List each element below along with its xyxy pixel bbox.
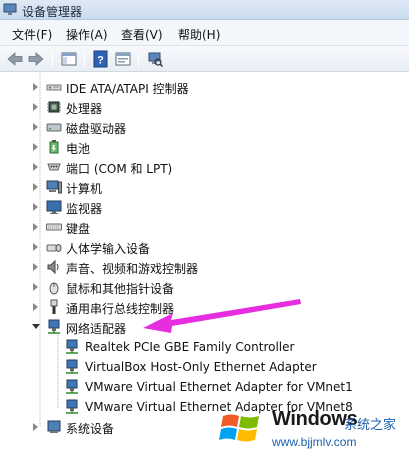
ide-controller-icon [46,84,62,91]
menu-help[interactable]: 帮助(H) [178,26,220,43]
tree-item-label: 人体学输入设备 [66,242,151,256]
tree-item-virtualbox-adapter[interactable]: VirtualBox Host-Only Ethernet Adapter [0,357,409,377]
mouse-icon [49,282,59,295]
monitor-icon [46,200,62,214]
tree-item-usb-controllers[interactable]: 通用串行总线控制器 [0,297,409,317]
device-tree: IDE ATA/ATAPI 控制器 处理器 磁盘驱动器 电池 端口 (COM 和… [0,73,409,455]
tree-item-vmware-vmnet1[interactable]: VMware Virtual Ethernet Adapter for VMne… [0,377,409,397]
tree-item-ports[interactable]: 端口 (COM 和 LPT) [0,157,409,177]
expand-arrow-icon[interactable] [33,103,38,111]
tree-item-label: 监视器 [66,202,103,216]
tree-item-label: 电池 [66,142,91,156]
tree-item-label: IDE ATA/ATAPI 控制器 [66,82,189,96]
keyboard-icon [46,223,62,231]
network-adapter-icon [66,399,78,414]
hid-icon [46,244,62,252]
sound-icon [47,259,59,275]
tree-item-label: 磁盘驱动器 [66,122,127,136]
system-device-icon [47,420,61,433]
tree-item-realtek-adapter[interactable]: Realtek PCIe GBE Family Controller [0,337,409,357]
expand-arrow-icon[interactable] [33,183,38,191]
menu-file[interactable]: 文件(F) [12,26,52,43]
tree-item-label: VirtualBox Host-Only Ethernet Adapter [85,360,317,374]
menu-bar: 文件(F) 操作(A) 查看(V) 帮助(H) [0,20,409,46]
tree-item-disk-drives[interactable]: 磁盘驱动器 [0,117,409,137]
expand-arrow-icon[interactable] [33,423,38,431]
toolbar: ? [0,46,409,72]
tree-item-sound-video-game[interactable]: 声音、视频和游戏控制器 [0,257,409,277]
tree-item-label: 声音、视频和游戏控制器 [66,262,199,276]
network-adapter-icon [66,379,78,394]
windows-logo-icon [219,414,259,442]
expand-arrow-icon[interactable] [33,143,38,151]
watermark: Windows 系统之家 www.bjjmlv.com [216,402,409,455]
network-adapter-icon [66,339,78,354]
tree-item-monitors[interactable]: 监视器 [0,197,409,217]
toolbar-separator [84,51,85,67]
forward-arrow-icon[interactable] [27,50,45,68]
tree-item-hid[interactable]: 人体学输入设备 [0,237,409,257]
tree-item-processor[interactable]: 处理器 [0,97,409,117]
expand-arrow-icon[interactable] [33,163,38,171]
disk-drive-icon [46,123,62,132]
window-title: 设备管理器 [22,5,83,19]
tree-item-ide-controller[interactable]: IDE ATA/ATAPI 控制器 [0,77,409,97]
tree-item-label: 网络适配器 [66,322,127,336]
tree-item-label: 鼠标和其他指针设备 [66,282,175,296]
menu-action[interactable]: 操作(A) [66,26,108,43]
tree-item-label: 系统设备 [66,422,115,436]
computer-icon [46,180,62,194]
back-arrow-icon[interactable] [6,50,24,68]
watermark-url: www.bjjmlv.com [272,435,357,449]
tree-item-label: 处理器 [66,102,103,116]
network-adapter-icon [66,359,78,374]
network-adapter-icon [48,319,60,334]
show-hide-console-tree-icon[interactable] [60,50,78,68]
tree-item-network-adapters[interactable]: 网络适配器 [0,317,409,337]
properties-icon[interactable] [114,50,132,68]
expand-arrow-icon[interactable] [33,283,38,291]
expand-arrow-icon[interactable] [33,123,38,131]
tree-item-label: 通用串行总线控制器 [66,302,175,316]
tree-item-battery[interactable]: 电池 [0,137,409,157]
watermark-subtitle: 系统之家 [344,418,397,433]
expand-arrow-icon[interactable] [33,303,38,311]
expand-arrow-icon[interactable] [33,223,38,231]
scan-hardware-icon[interactable] [146,50,164,68]
tree-item-label: 键盘 [66,222,91,236]
expand-arrow-icon[interactable] [33,243,38,251]
tree-item-mice[interactable]: 鼠标和其他指针设备 [0,277,409,297]
title-bar: 设备管理器 [0,0,409,20]
port-icon [47,163,61,171]
tree-item-computer[interactable]: 计算机 [0,177,409,197]
help-icon[interactable]: ? [92,50,110,68]
toolbar-separator [138,51,139,67]
toolbar-separator [52,51,53,67]
tree-item-label: VMware Virtual Ethernet Adapter for VMne… [85,380,353,394]
tree-item-label: Realtek PCIe GBE Family Controller [85,340,295,354]
collapse-arrow-icon[interactable] [32,324,40,329]
menu-view[interactable]: 查看(V) [121,26,163,43]
tree-item-keyboards[interactable]: 键盘 [0,217,409,237]
svg-text:?: ? [97,55,104,67]
processor-icon [47,101,61,113]
expand-arrow-icon[interactable] [33,203,38,211]
expand-arrow-icon[interactable] [33,83,38,91]
expand-arrow-icon[interactable] [33,263,38,271]
device-manager-icon [3,3,17,15]
tree-item-label: 计算机 [66,182,103,196]
battery-icon [49,140,59,154]
usb-icon [50,299,58,314]
tree-item-label: 端口 (COM 和 LPT) [66,162,173,176]
